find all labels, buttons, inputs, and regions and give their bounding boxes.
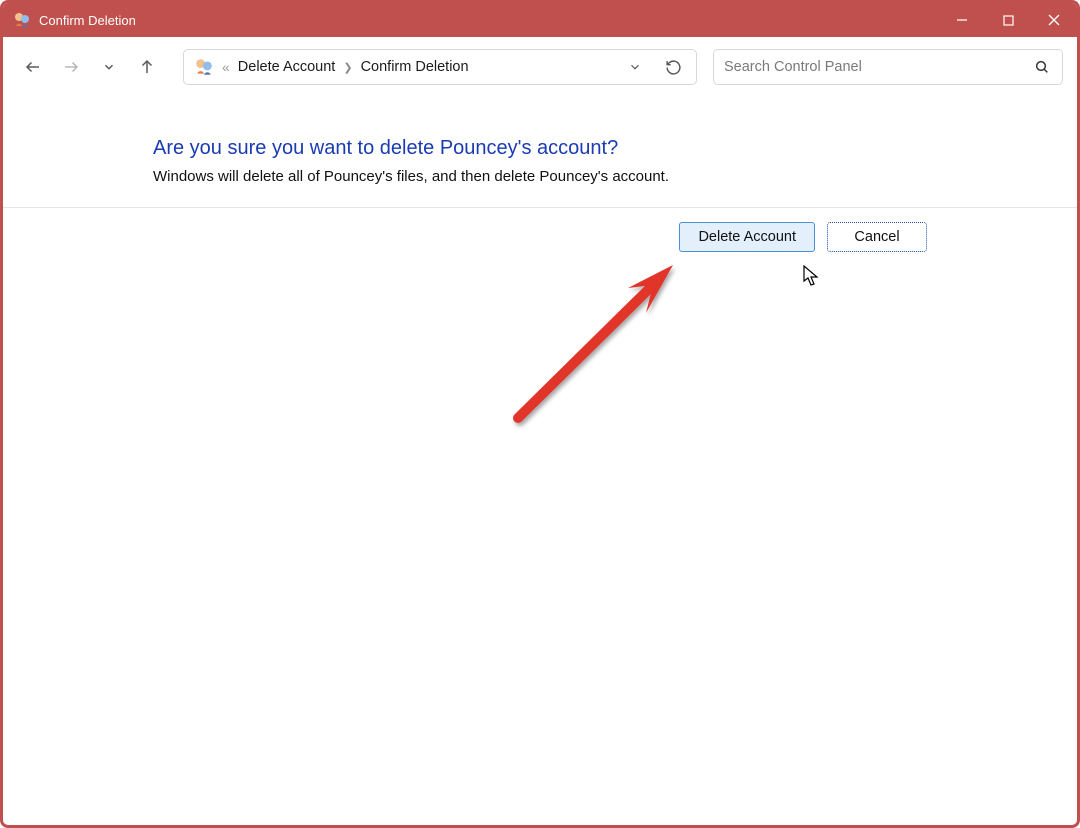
breadcrumb-current[interactable]: Confirm Deletion — [361, 59, 469, 75]
window-controls — [939, 3, 1077, 37]
page-heading: Are you sure you want to delete Pouncey'… — [153, 137, 1027, 160]
search-placeholder: Search Control Panel — [724, 59, 1032, 75]
action-row: Delete Account Cancel — [153, 208, 1077, 252]
toolbar: « Delete Account ❯ Confirm Deletion Sear… — [3, 37, 1077, 97]
breadcrumb-prev[interactable]: Delete Account — [238, 59, 336, 75]
up-button[interactable] — [131, 51, 163, 83]
back-button[interactable] — [17, 51, 49, 83]
page-description: Windows will delete all of Pouncey's fil… — [153, 168, 1027, 185]
annotation-arrow — [508, 243, 808, 443]
chevron-right-icon[interactable]: ❯ — [343, 61, 352, 74]
cursor-icon — [803, 265, 821, 292]
search-input[interactable]: Search Control Panel — [713, 49, 1063, 85]
cancel-button[interactable]: Cancel — [827, 222, 927, 252]
refresh-button[interactable] — [658, 52, 688, 82]
delete-account-button[interactable]: Delete Account — [679, 222, 815, 252]
close-button[interactable] — [1031, 3, 1077, 37]
user-accounts-icon — [13, 11, 31, 29]
forward-button[interactable] — [55, 51, 87, 83]
address-bar[interactable]: « Delete Account ❯ Confirm Deletion — [183, 49, 697, 85]
minimize-button[interactable] — [939, 3, 985, 37]
maximize-button[interactable] — [985, 3, 1031, 37]
window: Confirm Deletion — [0, 0, 1080, 828]
recent-locations-button[interactable] — [93, 51, 125, 83]
content-area: Are you sure you want to delete Pouncey'… — [3, 97, 1077, 252]
address-dropdown-button[interactable] — [620, 52, 650, 82]
search-icon — [1032, 57, 1052, 77]
breadcrumb-ellipsis[interactable]: « — [222, 59, 230, 75]
user-accounts-icon — [194, 57, 214, 77]
window-title: Confirm Deletion — [39, 13, 136, 28]
titlebar: Confirm Deletion — [3, 3, 1077, 37]
